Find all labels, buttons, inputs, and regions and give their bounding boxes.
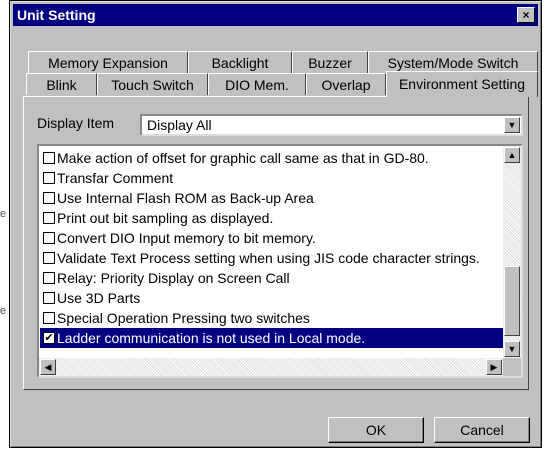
list-item[interactable]: Relay: Priority Display on Screen Call <box>40 268 505 288</box>
tab-dio-mem[interactable]: DIO Mem. <box>208 73 306 95</box>
list-item[interactable]: Use Internal Flash ROM as Back-up Area <box>40 188 505 208</box>
list-item-label: Validate Text Process setting when using… <box>57 250 480 266</box>
close-button[interactable]: × <box>517 7 535 23</box>
checkbox[interactable] <box>43 252 55 264</box>
checkbox-checked[interactable]: ✔ <box>43 332 55 344</box>
list-item[interactable]: Special Operation Pressing two switches <box>40 308 505 328</box>
tab-memory-expansion[interactable]: Memory Expansion <box>28 51 188 73</box>
list-item-label: Ladder communication is not used in Loca… <box>57 330 366 346</box>
tab-blink[interactable]: Blink <box>26 73 97 95</box>
tab-system-mode-switch[interactable]: System/Mode Switch <box>368 51 538 73</box>
list-item-selected[interactable]: ✔ Ladder communication is not used in Loc… <box>40 328 505 348</box>
list-item-label: Use Internal Flash ROM as Back-up Area <box>57 190 314 206</box>
tab-touch-switch[interactable]: Touch Switch <box>97 73 208 95</box>
triangle-left-icon: ◀ <box>44 362 52 372</box>
checkbox[interactable] <box>43 292 55 304</box>
triangle-right-icon: ▶ <box>490 362 498 372</box>
scroll-left-button[interactable]: ◀ <box>40 359 56 375</box>
window-title: Unit Setting <box>17 7 96 23</box>
list-item-label: Print out bit sampling as displayed. <box>57 210 274 226</box>
list-item[interactable]: Use 3D Parts <box>40 288 505 308</box>
vertical-scroll-thumb[interactable] <box>504 266 520 336</box>
scroll-right-button[interactable]: ▶ <box>486 359 502 375</box>
close-icon: × <box>522 8 530 22</box>
list-item-label: Transfar Comment <box>57 170 174 186</box>
list-item[interactable]: Make action of offset for graphic call s… <box>40 148 505 168</box>
ok-button[interactable]: OK <box>328 417 424 443</box>
display-item-select[interactable]: Display All ▼ <box>140 114 523 136</box>
tab-buzzer[interactable]: Buzzer <box>292 51 368 73</box>
display-item-label: Display Item <box>37 115 115 131</box>
list-item-label: Use 3D Parts <box>57 290 141 306</box>
unit-setting-dialog: Unit Setting × Memory Expansion Backligh… <box>9 0 542 448</box>
list-item-label: Special Operation Pressing two switches <box>57 310 310 326</box>
environment-setting-panel: Display Item Display All ▼ Make action o… <box>23 96 529 390</box>
tab-environment-setting[interactable]: Environment Setting <box>386 71 538 97</box>
display-item-value: Display All <box>147 117 212 133</box>
tab-backlight[interactable]: Backlight <box>188 51 292 73</box>
triangle-down-icon: ▼ <box>507 120 517 130</box>
triangle-up-icon: ▲ <box>507 150 517 160</box>
list-item[interactable]: Print out bit sampling as displayed. <box>40 208 505 228</box>
list-item-label: Convert DIO Input memory to bit memory. <box>57 230 316 246</box>
horizontal-scrollbar[interactable]: ◀ ▶ <box>39 358 503 376</box>
list-item[interactable]: Transfar Comment <box>40 168 505 188</box>
checkbox[interactable] <box>43 152 55 164</box>
stray-text-1: e <box>0 208 7 220</box>
scrollbar-corner <box>503 358 521 376</box>
dropdown-button[interactable]: ▼ <box>504 117 520 133</box>
checkbox[interactable] <box>43 312 55 324</box>
triangle-down-icon: ▼ <box>507 344 517 354</box>
stray-text-2: e <box>0 305 7 317</box>
title-bar: Unit Setting × <box>13 4 538 26</box>
tab-overlap[interactable]: Overlap <box>306 73 386 95</box>
checkbox[interactable] <box>43 192 55 204</box>
checkmark-icon: ✔ <box>44 332 54 344</box>
cancel-button[interactable]: Cancel <box>434 417 530 443</box>
checkbox[interactable] <box>43 232 55 244</box>
list-item-label: Relay: Priority Display on Screen Call <box>57 270 290 286</box>
scroll-up-button[interactable]: ▲ <box>504 147 520 163</box>
list-item[interactable]: Convert DIO Input memory to bit memory. <box>40 228 505 248</box>
vertical-scrollbar[interactable]: ▲ ▼ <box>503 146 521 358</box>
list-item[interactable]: Validate Text Process setting when using… <box>40 248 505 268</box>
scroll-down-button[interactable]: ▼ <box>504 341 520 357</box>
checkbox[interactable] <box>43 272 55 284</box>
checkbox[interactable] <box>43 172 55 184</box>
list-item-label: Make action of offset for graphic call s… <box>57 150 429 166</box>
settings-checklist: Make action of offset for graphic call s… <box>37 144 523 378</box>
checkbox[interactable] <box>43 212 55 224</box>
